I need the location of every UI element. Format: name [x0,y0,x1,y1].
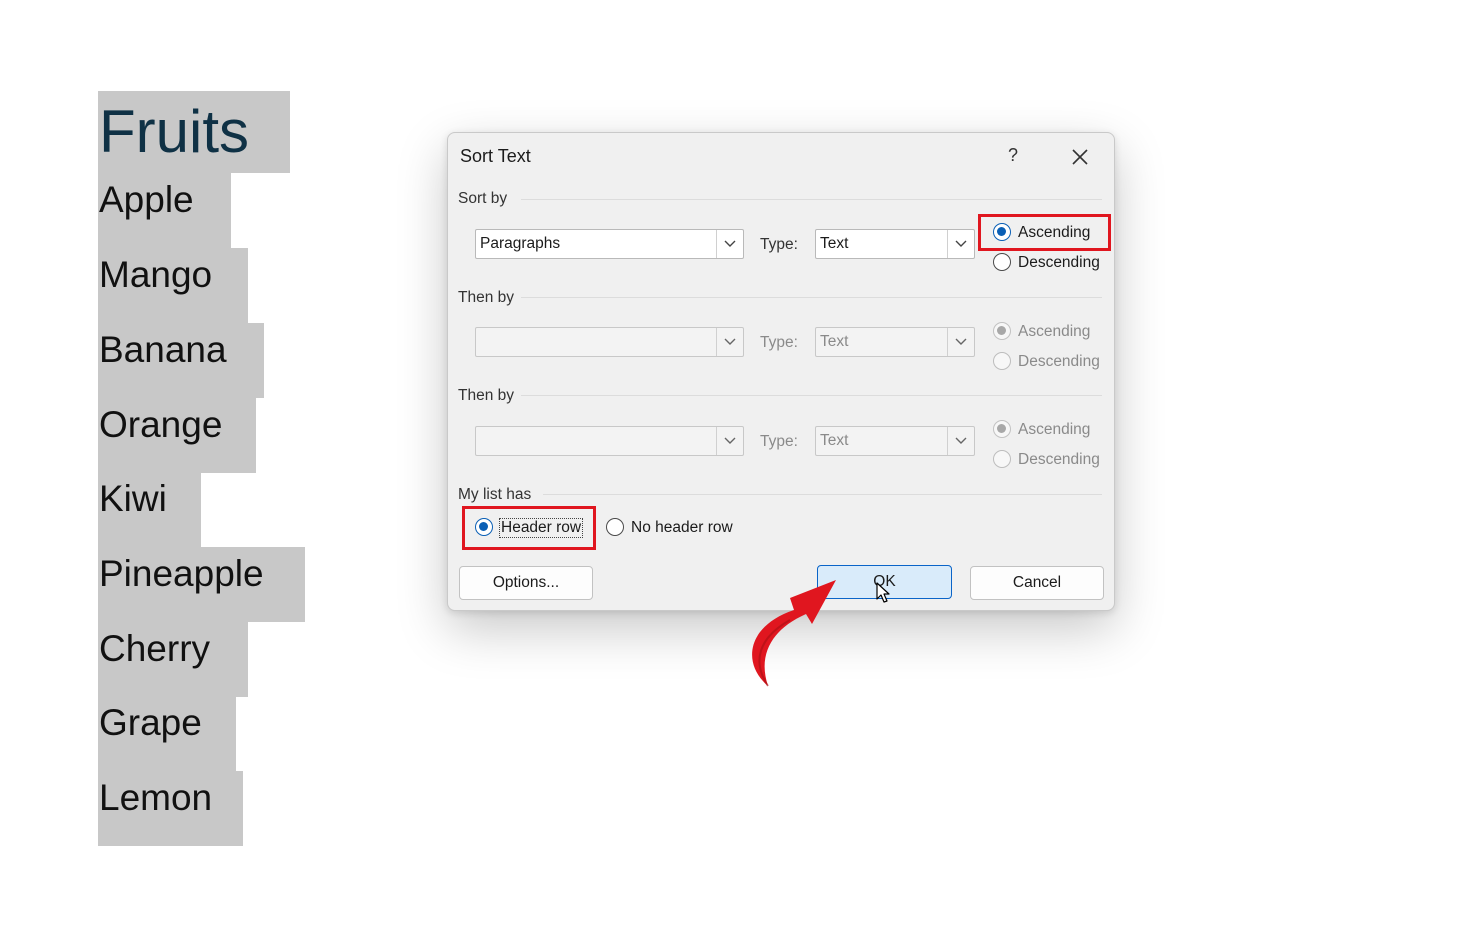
chevron-down-icon [947,328,974,356]
red-arrow-annotation-icon [752,580,836,687]
then-by-2-divider [521,395,1102,396]
then-by-1-field-dropdown[interactable] [475,327,744,357]
then-by-2-ascending-label[interactable]: Ascending [1018,421,1090,439]
close-icon [1072,149,1088,165]
no-header-row-radio[interactable] [606,518,624,536]
then-by-2-type-dropdown[interactable]: Text [815,426,975,456]
my-list-has-divider [543,494,1102,495]
sort-by-descending-radio[interactable] [993,253,1011,271]
then-by-1-divider [521,297,1102,298]
doc-item-lemon: Lemon [98,771,243,846]
then-by-1-ascending-radio[interactable] [993,322,1011,340]
chevron-down-icon [947,427,974,455]
sort-by-type-dropdown[interactable]: Text [815,229,975,259]
then-by-1-label: Then by [458,289,515,306]
then-by-2-descending-label[interactable]: Descending [1018,451,1100,469]
doc-heading: Fruits [98,91,290,173]
help-button[interactable]: ? [1003,145,1023,167]
doc-item-grape: Grape [98,696,236,771]
then-by-1-type-label: Type: [760,334,798,351]
then-by-2-ascending-radio[interactable] [993,420,1011,438]
doc-item-orange: Orange [98,398,256,473]
doc-item-pineapple: Pineapple [98,547,305,622]
sort-by-type-label: Type: [760,236,798,253]
doc-item-apple: Apple [98,173,231,248]
then-by-2-label: Then by [458,387,515,404]
sort-by-divider [521,199,1102,200]
sort-text-dialog: Sort Text ? Sort by Paragraphs Type: Tex… [447,132,1115,611]
sort-by-label: Sort by [458,190,508,207]
then-by-1-descending-radio[interactable] [993,352,1011,370]
sort-by-field-value: Paragraphs [480,235,561,252]
then-by-2-type-label: Type: [760,433,798,450]
chevron-down-icon [947,230,974,258]
ascending-highlight-box [978,214,1111,251]
doc-item-mango: Mango [98,248,248,323]
mouse-pointer-icon [876,582,890,603]
cancel-button[interactable]: Cancel [970,566,1104,600]
header-row-highlight-box [462,506,596,550]
then-by-1-type-dropdown[interactable]: Text [815,327,975,357]
chevron-down-icon [716,427,743,455]
then-by-1-descending-label[interactable]: Descending [1018,353,1100,371]
chevron-down-icon [716,230,743,258]
no-header-row-label[interactable]: No header row [631,519,733,537]
sort-by-field-dropdown[interactable]: Paragraphs [475,229,744,259]
sort-by-type-value: Text [820,235,849,252]
close-button[interactable] [1068,145,1092,169]
then-by-2-descending-radio[interactable] [993,450,1011,468]
then-by-1-ascending-label[interactable]: Ascending [1018,323,1090,341]
sort-by-descending-label[interactable]: Descending [1018,254,1100,272]
doc-item-banana: Banana [98,323,264,398]
then-by-2-field-dropdown[interactable] [475,426,744,456]
doc-item-cherry: Cherry [98,622,248,697]
my-list-has-label: My list has [458,486,532,503]
then-by-2-type-value: Text [820,432,849,449]
options-button[interactable]: Options... [459,566,593,600]
doc-item-kiwi: Kiwi [98,472,201,547]
chevron-down-icon [716,328,743,356]
dialog-title: Sort Text [460,146,531,166]
then-by-1-type-value: Text [820,333,849,350]
